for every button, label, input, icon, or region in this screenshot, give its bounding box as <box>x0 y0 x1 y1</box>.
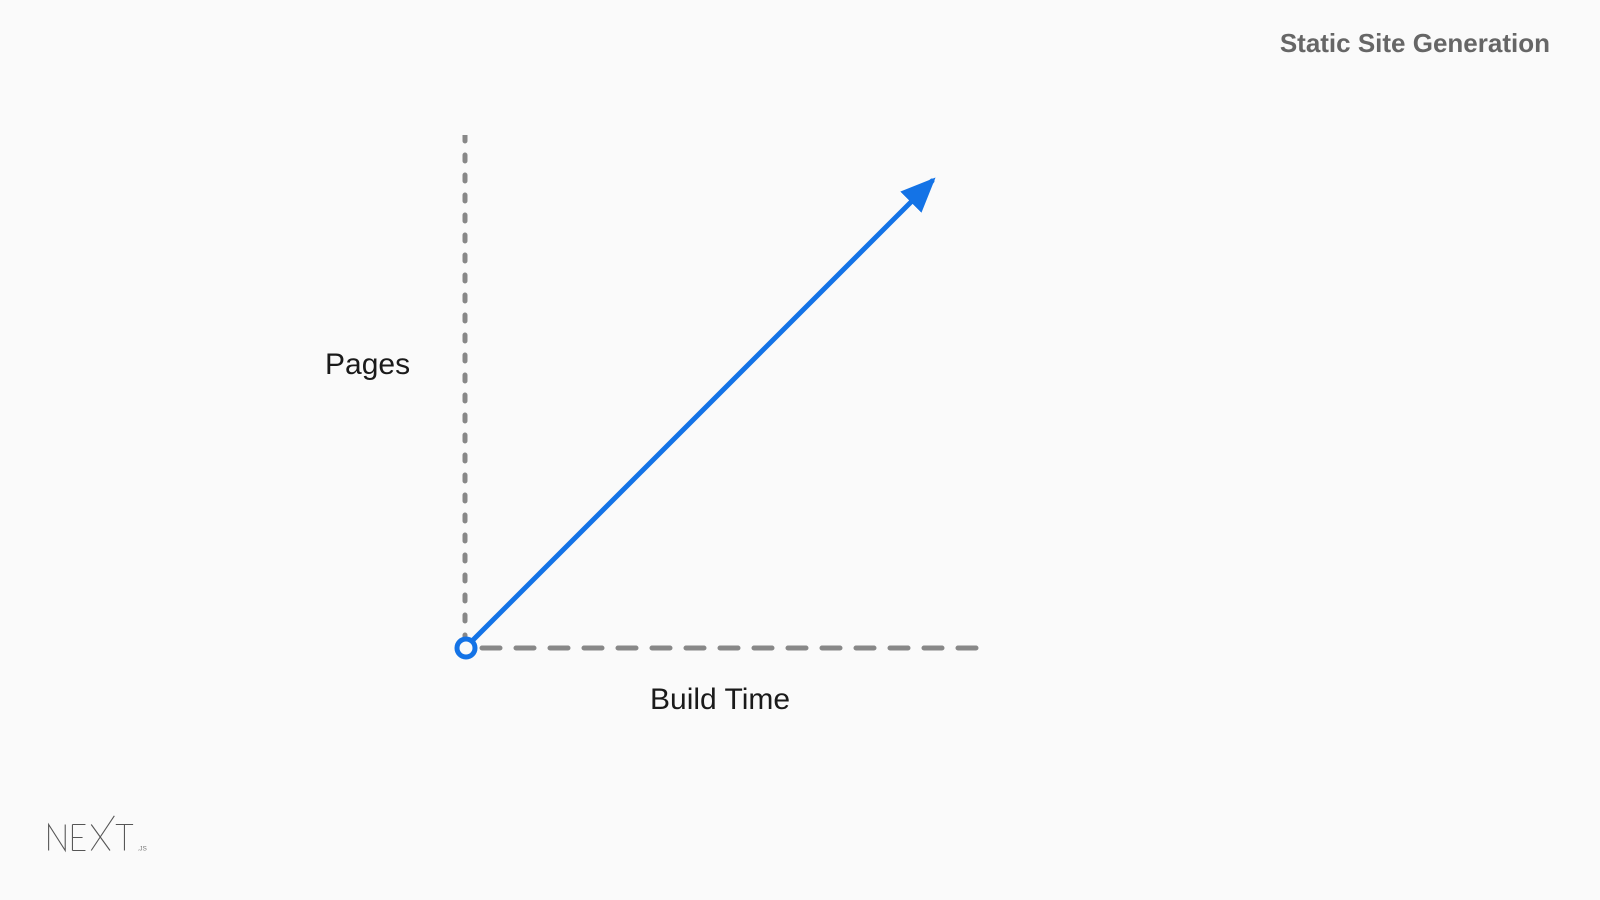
origin-marker <box>457 639 475 657</box>
x-axis-label: Build Time <box>650 683 790 717</box>
nextjs-logo: .JS <box>45 815 175 865</box>
logo-suffix: .JS <box>137 846 147 853</box>
chart-plot <box>320 135 1020 715</box>
trend-line <box>472 181 932 641</box>
page-title: Static Site Generation <box>1280 28 1550 59</box>
y-axis-label: Pages <box>325 348 410 382</box>
